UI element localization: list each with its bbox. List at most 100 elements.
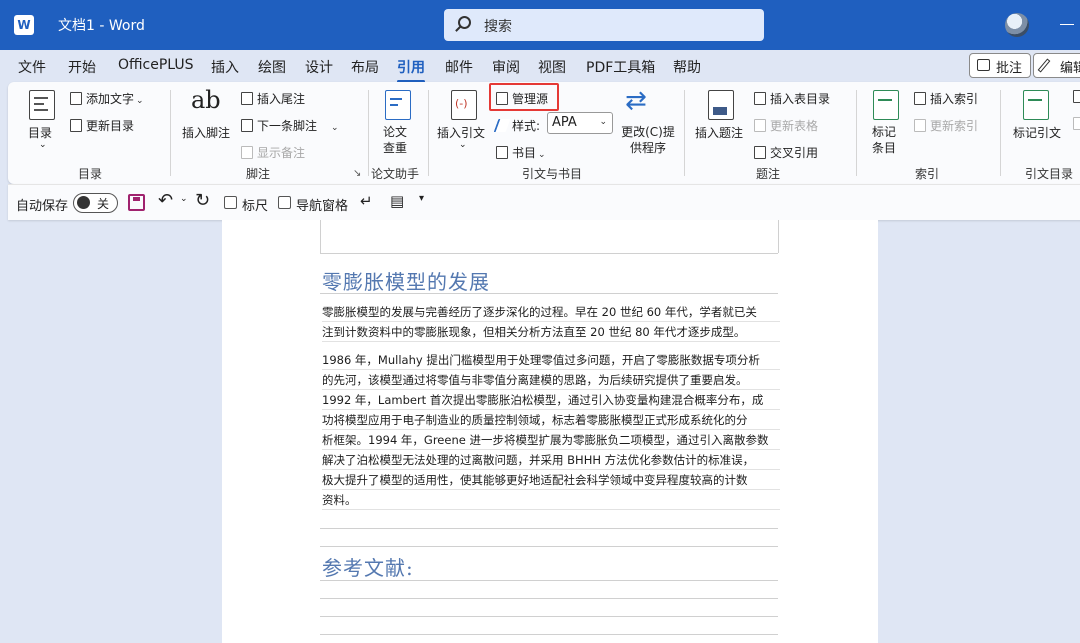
- tab-mailings[interactable]: 邮件: [445, 57, 473, 77]
- citation-style-label: 样式:: [493, 117, 540, 134]
- group-label-research: 论文助手: [371, 167, 420, 181]
- chevron-down-icon: ⌄: [599, 117, 607, 127]
- search-icon: [458, 16, 471, 29]
- undo-chevron-down-icon[interactable]: ⌄: [180, 194, 188, 204]
- comments-label: 批注: [996, 61, 1023, 76]
- change-provider-button[interactable]: 更改(C)提供程序: [618, 124, 678, 156]
- next-footnote-icon: [241, 119, 253, 132]
- tab-layout[interactable]: 布局: [351, 57, 379, 77]
- group-label-citations: 引文与书目: [522, 167, 583, 181]
- text-boundary-right: [778, 220, 779, 253]
- paragraph-line: 1986 年，Mullahy 提出门槛模型用于处理零值过多问题，开启了零膨胀数据…: [322, 350, 780, 370]
- tab-officeplus[interactable]: OfficePLUS: [118, 57, 194, 73]
- plagiarism-check-icon: [385, 90, 411, 120]
- autosave-state: 关: [97, 197, 110, 211]
- table-of-figures-icon: [754, 92, 766, 105]
- update-table-icon: [754, 119, 766, 132]
- comment-icon: [977, 59, 990, 71]
- tab-file[interactable]: 文件: [18, 57, 46, 77]
- document-page[interactable]: 零膨胀模型的发展 零膨胀模型的发展与完善经历了逐步深化的过程。早在 20 世纪 …: [222, 220, 878, 643]
- paragraph-line: 1992 年，Lambert 首次提出零膨胀泊松模型，通过引入协变量构建混合概率…: [322, 390, 780, 410]
- group-label-toc: 目录: [78, 167, 103, 181]
- nav-pane-checkbox[interactable]: [278, 196, 291, 209]
- group-label-index: 索引: [915, 167, 940, 181]
- toggle-knob: [77, 196, 90, 209]
- footnotes-dialog-launcher-icon[interactable]: ↘: [353, 168, 361, 179]
- tab-draw[interactable]: 绘图: [258, 57, 286, 77]
- bibliography-icon: [496, 146, 508, 159]
- ruled-line: [320, 580, 778, 581]
- save-icon[interactable]: [128, 194, 145, 211]
- minimize-icon[interactable]: [1060, 24, 1074, 25]
- ribbon-tabs: 文件 开始 OfficePLUS 插入 绘图 设计 布局 引用 邮件 审阅 视图…: [0, 50, 1080, 83]
- next-footnote-button[interactable]: 下一条脚注 ⌄: [241, 117, 339, 134]
- ruled-line: [320, 634, 778, 635]
- ruled-line: [320, 546, 778, 547]
- update-index-button[interactable]: 更新索引: [914, 117, 978, 134]
- insert-caption-button[interactable]: 插入题注: [695, 124, 743, 141]
- separator: [856, 90, 857, 176]
- text-boundary-left: [320, 220, 321, 253]
- update-index-icon: [914, 119, 926, 132]
- add-text-icon: [70, 92, 82, 105]
- toc-button[interactable]: 目录: [28, 124, 52, 141]
- tab-references[interactable]: 引用: [397, 57, 425, 83]
- citation-style-select[interactable]: APA ⌄: [547, 112, 613, 134]
- paragraph-line: 的先河，该模型通过将零值与非零值分离建模的思路，为后续研究提供了重要启发。: [322, 370, 780, 390]
- heading-references: 参考文献:: [322, 556, 414, 580]
- cross-reference-button[interactable]: 交叉引用: [754, 144, 818, 161]
- ruled-line: [320, 528, 778, 529]
- paragraph-line: 注到计数资料中的零膨胀现象，但相关分析方法直至 20 世纪 80 年代才逐步成型…: [322, 322, 780, 342]
- plagiarism-check-button[interactable]: 论文查重: [383, 124, 411, 156]
- document-icon[interactable]: ▤: [390, 192, 404, 210]
- show-notes-button[interactable]: 显示备注: [241, 144, 305, 161]
- comments-button[interactable]: 批注: [969, 53, 1032, 78]
- text-boundary-line: [320, 253, 778, 254]
- undo-icon[interactable]: ↶: [158, 190, 173, 211]
- update-authorities-icon[interactable]: [1073, 117, 1080, 131]
- separator: [170, 90, 171, 176]
- line-break-icon[interactable]: ↵: [360, 192, 373, 210]
- insert-endnote-button[interactable]: 插入尾注: [241, 90, 305, 107]
- group-label-authorities: 引文目录: [1025, 167, 1074, 181]
- toc-chevron-down-icon[interactable]: ⌄: [39, 140, 47, 150]
- tab-insert[interactable]: 插入: [211, 57, 239, 77]
- search-box[interactable]: 搜索: [444, 9, 764, 41]
- citation-style-value: APA: [552, 115, 577, 130]
- autosave-label: 自动保存: [16, 199, 69, 214]
- separator: [428, 90, 429, 176]
- tab-review[interactable]: 审阅: [492, 57, 520, 77]
- insert-citation-button[interactable]: 插入引文: [437, 124, 485, 141]
- tab-help[interactable]: 帮助: [673, 57, 701, 77]
- tab-design[interactable]: 设计: [305, 57, 333, 77]
- avatar[interactable]: [1005, 13, 1029, 37]
- redo-icon[interactable]: ↻: [195, 190, 210, 211]
- tab-view[interactable]: 视图: [538, 57, 566, 77]
- mark-citation-button[interactable]: 标记引文: [1013, 124, 1061, 141]
- update-table-button[interactable]: 更新表格: [754, 117, 818, 134]
- endnote-icon: [241, 92, 253, 105]
- mark-entry-icon: [873, 90, 899, 120]
- add-text-button[interactable]: 添加文字 ⌄: [70, 90, 144, 107]
- update-toc-button[interactable]: 更新目录: [70, 117, 134, 134]
- insert-index-button[interactable]: 插入索引: [914, 90, 978, 107]
- editing-button[interactable]: 编辑: [1033, 53, 1080, 78]
- insert-caption-icon: [708, 90, 734, 120]
- citation-chevron-down-icon[interactable]: ⌄: [459, 140, 467, 150]
- autosave-toggle[interactable]: 关: [73, 193, 118, 213]
- insert-index-icon: [914, 92, 926, 105]
- switch-arrows-icon: ⇄: [625, 86, 647, 116]
- mark-entry-button[interactable]: 标记条目: [872, 124, 900, 156]
- customize-qat-chevron-icon[interactable]: ▾: [419, 193, 424, 204]
- bibliography-button[interactable]: 书目 ⌄: [496, 144, 546, 161]
- footnote-ab-icon: ab: [191, 86, 221, 114]
- insert-footnote-button[interactable]: 插入脚注: [182, 124, 230, 141]
- tab-pdf-toolbox[interactable]: PDF工具箱: [586, 57, 655, 77]
- table-of-authorities-icon[interactable]: [1073, 90, 1080, 104]
- tab-home[interactable]: 开始: [68, 57, 96, 77]
- heading-zero-inflated-models: 零膨胀模型的发展: [322, 270, 490, 294]
- ruler-checkbox[interactable]: [224, 196, 237, 209]
- insert-table-of-figures-button[interactable]: 插入表目录: [754, 90, 830, 107]
- quick-access-toolbar: 自动保存 关 ↶ ⌄ ↻ 标尺 导航窗格 ↵ ▤ ▾: [8, 184, 1080, 220]
- paragraph-1: 零膨胀模型的发展与完善经历了逐步深化的过程。早在 20 世纪 60 年代，学者就…: [322, 302, 780, 342]
